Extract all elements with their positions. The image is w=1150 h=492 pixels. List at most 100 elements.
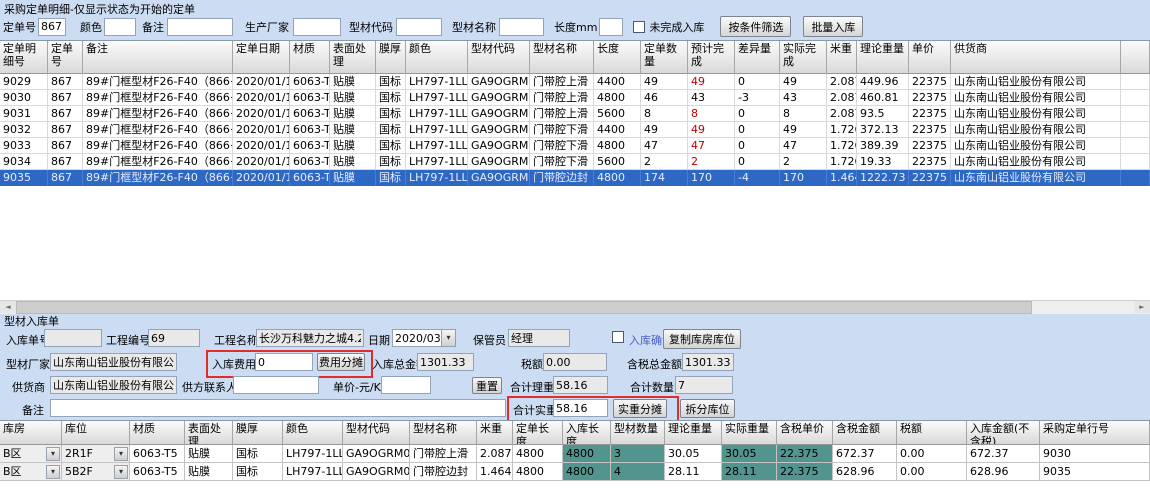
- tax-total-field[interactable]: [682, 353, 734, 371]
- supplier-field[interactable]: [50, 376, 177, 394]
- filter-by-condition-button[interactable]: 按条件筛选: [720, 16, 791, 37]
- theory-total-field[interactable]: [553, 376, 608, 394]
- horizontal-scrollbar[interactable]: ◄ ►: [0, 300, 1150, 314]
- profile-name-input[interactable]: [499, 18, 544, 36]
- unfinished-checkbox[interactable]: [633, 21, 645, 33]
- order-no-input[interactable]: [38, 18, 66, 36]
- column-header-order_length[interactable]: 定单长度: [513, 421, 563, 445]
- table-row[interactable]: 903286789#门框型材F26-F40（866+867）2020/01/13…: [0, 122, 1150, 138]
- form-remark-input[interactable]: [50, 399, 506, 417]
- actual-total-input[interactable]: [553, 399, 608, 417]
- column-header-color[interactable]: 颜色: [283, 421, 343, 445]
- column-header-expected[interactable]: 预计完成: [688, 41, 735, 74]
- dropdown-arrow-icon[interactable]: ▾: [114, 465, 128, 479]
- column-header-actual[interactable]: 实际完成: [780, 41, 827, 74]
- factory-field[interactable]: [50, 353, 177, 371]
- column-header-surface[interactable]: 表面处理: [330, 41, 376, 74]
- column-header-film[interactable]: 膜厚: [376, 41, 406, 74]
- column-header-actual_weight[interactable]: 实际重量: [722, 421, 777, 445]
- column-header-profile_code[interactable]: 型材代码: [468, 41, 530, 74]
- split-location-button[interactable]: 拆分库位: [680, 399, 735, 418]
- reset-button[interactable]: 重置: [472, 377, 502, 394]
- date-dropdown-icon[interactable]: ▾: [441, 329, 456, 347]
- column-header-price[interactable]: 单价: [909, 41, 951, 74]
- keeper-field[interactable]: [508, 329, 570, 347]
- column-header-tax[interactable]: 税额: [897, 421, 967, 445]
- column-header-detail_no[interactable]: 定单明细号: [0, 41, 48, 74]
- cell-location[interactable]: 5B2F▾: [62, 463, 130, 481]
- table-row[interactable]: 903586789#门框型材F26-F40（866+867）2020/01/13…: [0, 170, 1150, 186]
- length-input[interactable]: [599, 18, 623, 36]
- qty-total-field[interactable]: [675, 376, 733, 394]
- scroll-right-icon[interactable]: ►: [1134, 301, 1150, 313]
- column-header-location[interactable]: 库位: [62, 421, 130, 445]
- cell-location[interactable]: 2R1F▾: [62, 445, 130, 463]
- total-amount-field[interactable]: [417, 353, 474, 371]
- color-input[interactable]: [104, 18, 136, 36]
- theory-total-label: 合计理重: [510, 379, 554, 395]
- column-header-profile_name[interactable]: 型材名称: [410, 421, 477, 445]
- column-header-theory_weight[interactable]: 理论重量: [857, 41, 909, 74]
- unit-price-input[interactable]: [381, 376, 431, 394]
- column-header-diff[interactable]: 差异量: [735, 41, 780, 74]
- cell-diff: 0: [735, 154, 780, 170]
- dropdown-arrow-icon[interactable]: ▾: [114, 447, 128, 461]
- column-header-meter_weight[interactable]: 米重: [827, 41, 857, 74]
- project-no-field[interactable]: [148, 329, 200, 347]
- column-header-remark[interactable]: 备注: [83, 41, 233, 74]
- cell-warehouse[interactable]: B区▾: [0, 463, 62, 481]
- table-row[interactable]: 903186789#门框型材F26-F40（866+867）2020/01/13…: [0, 106, 1150, 122]
- remark-input[interactable]: [167, 18, 233, 36]
- column-header-tax_amount[interactable]: 含税金额: [833, 421, 897, 445]
- column-header-length[interactable]: 长度: [594, 41, 641, 74]
- column-header-supplier[interactable]: 供货商: [951, 41, 1121, 74]
- column-header-in_amount[interactable]: 入库金额(不含税): [967, 421, 1040, 445]
- cell-profile_code: GA9OGRM05: [468, 170, 530, 186]
- column-header-extra[interactable]: [1121, 41, 1150, 74]
- weight-share-button[interactable]: 实重分摊: [613, 399, 667, 418]
- inbound-confirm-checkbox[interactable]: [612, 331, 624, 343]
- column-header-material[interactable]: 材质: [290, 41, 330, 74]
- table-row[interactable]: 902986789#门框型材F26-F40（866+867）2020/01/13…: [0, 74, 1150, 90]
- cell-warehouse[interactable]: B区▾: [0, 445, 62, 463]
- tax-field[interactable]: [543, 353, 607, 371]
- profile-code-input[interactable]: [396, 18, 442, 36]
- project-name-field[interactable]: [256, 329, 364, 347]
- column-header-theory_weight[interactable]: 理论重量: [665, 421, 722, 445]
- column-header-surface[interactable]: 表面处理: [185, 421, 233, 445]
- cell-price: 22375: [909, 154, 951, 170]
- column-header-po_line[interactable]: 采购定单行号: [1040, 421, 1150, 445]
- dropdown-arrow-icon[interactable]: ▾: [46, 465, 60, 479]
- entry-no-field[interactable]: [44, 329, 102, 347]
- column-header-qty[interactable]: 型材数量: [611, 421, 665, 445]
- table-row[interactable]: B区▾2R1F▾6063-T5贴膜国标LH797-1LL0GA9OGRM03门带…: [0, 445, 1150, 463]
- dropdown-arrow-icon[interactable]: ▾: [46, 447, 60, 461]
- cell-material: 6063-T5: [290, 90, 330, 106]
- fee-input[interactable]: [255, 353, 313, 371]
- table-row[interactable]: 903486789#门框型材F26-F40（866+867）2020/01/13…: [0, 154, 1150, 170]
- column-header-profile_name[interactable]: 型材名称: [530, 41, 594, 74]
- cell-price: 22375: [909, 106, 951, 122]
- column-header-color[interactable]: 颜色: [406, 41, 468, 74]
- column-header-in_length[interactable]: 入库长度: [563, 421, 611, 445]
- copy-warehouse-button[interactable]: 复制库房库位: [663, 329, 741, 349]
- column-header-order_qty[interactable]: 定单数量: [641, 41, 688, 74]
- table-row[interactable]: B区▾5B2F▾6063-T5贴膜国标LH797-1LL0GA9OGRM05门带…: [0, 463, 1150, 481]
- cell-surface: 贴膜: [330, 106, 376, 122]
- column-header-warehouse[interactable]: 库房: [0, 421, 62, 445]
- manufacturer-input[interactable]: [293, 18, 341, 36]
- table-row[interactable]: 903386789#门框型材F26-F40（866+867）2020/01/13…: [0, 138, 1150, 154]
- batch-inbound-button[interactable]: 批量入库: [803, 16, 863, 37]
- table-row[interactable]: 903086789#门框型材F26-F40（866+867）2020/01/13…: [0, 90, 1150, 106]
- column-header-film[interactable]: 膜厚: [233, 421, 283, 445]
- fee-share-button[interactable]: 费用分摊: [317, 353, 365, 371]
- contact-input[interactable]: [233, 376, 319, 394]
- column-header-order_no[interactable]: 定单号: [48, 41, 83, 74]
- scroll-left-icon[interactable]: ◄: [0, 301, 16, 313]
- column-header-material[interactable]: 材质: [130, 421, 185, 445]
- column-header-meter_weight[interactable]: 米重: [477, 421, 513, 445]
- column-header-tax_price[interactable]: 含税单价: [777, 421, 833, 445]
- cell-film: 国标: [233, 463, 283, 481]
- column-header-profile_code[interactable]: 型材代码: [343, 421, 410, 445]
- column-header-order_date[interactable]: 定单日期: [233, 41, 290, 74]
